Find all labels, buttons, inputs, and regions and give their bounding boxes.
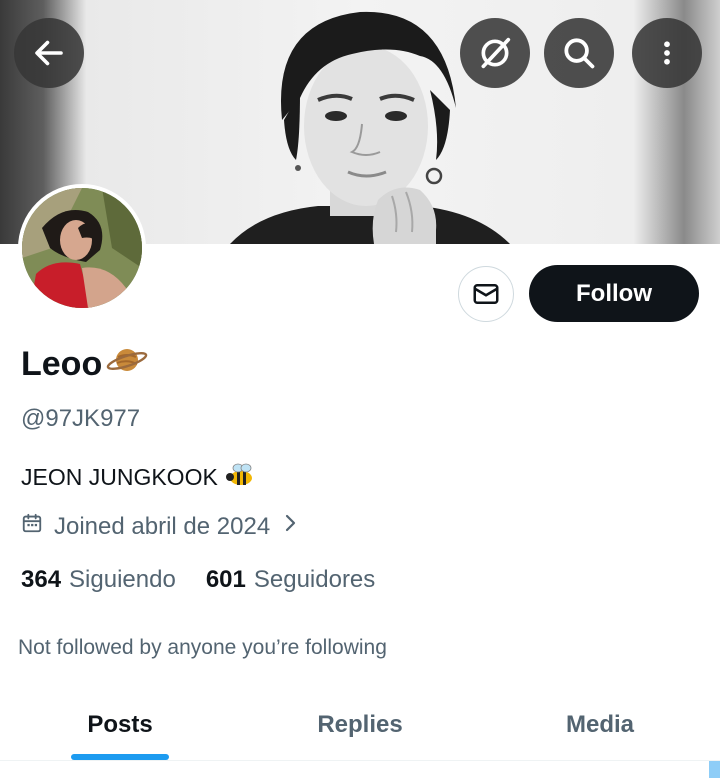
arrow-left-icon <box>35 40 63 66</box>
scroll-edge <box>709 761 720 778</box>
ringed-planet-icon <box>106 343 148 386</box>
joined-date-link[interactable]: Joined abril de 2024 <box>21 512 298 541</box>
following-label: Siguiendo <box>69 566 176 593</box>
search-button[interactable] <box>544 18 614 88</box>
followers-label: Seguidores <box>253 566 376 593</box>
bee-icon <box>224 460 256 494</box>
more-vertical-icon <box>664 41 670 65</box>
follow-button[interactable]: Follow <box>529 265 699 322</box>
tabs-divider <box>0 760 720 761</box>
grok-icon <box>481 37 511 69</box>
following-link[interactable]: 364 Siguiendo <box>21 566 176 594</box>
followers-link[interactable]: 601 Seguidores <box>206 566 375 594</box>
tab-replies[interactable]: Replies <box>240 690 480 760</box>
profile-bio-text: JEON JUNGKOOK <box>21 463 218 490</box>
more-button[interactable] <box>632 18 702 88</box>
follow-stats: 364 Siguiendo 601 Seguidores <box>21 566 405 594</box>
profile-handle: @97JK977 <box>21 405 141 432</box>
avatar-photo <box>22 188 142 308</box>
joined-date-text: Joined abril de 2024 <box>54 512 271 540</box>
tab-replies-label: Replies <box>317 711 403 738</box>
profile-bio: JEON JUNGKOOK <box>21 460 256 494</box>
message-button[interactable] <box>458 266 514 322</box>
back-button[interactable] <box>14 18 84 88</box>
calendar-icon <box>21 512 43 541</box>
grok-button[interactable] <box>460 18 530 88</box>
envelope-icon <box>473 284 499 304</box>
followers-count: 601 <box>205 566 246 593</box>
tab-posts-label: Posts <box>87 711 153 738</box>
following-count: 364 <box>21 566 62 593</box>
search-icon <box>564 38 595 69</box>
tab-posts[interactable]: Posts <box>0 690 240 760</box>
follow-button-label: Follow <box>576 279 652 307</box>
profile-name-text: Leoo <box>21 345 103 383</box>
profile-tabs: Posts Replies Media <box>0 690 720 760</box>
not-followed-notice: Not followed by anyone you’re following <box>18 636 387 659</box>
tab-media[interactable]: Media <box>480 690 720 760</box>
chevron-right-icon <box>284 512 298 541</box>
avatar[interactable] <box>18 184 146 312</box>
tab-media-label: Media <box>565 711 634 738</box>
profile-name: Leoo <box>21 343 148 386</box>
